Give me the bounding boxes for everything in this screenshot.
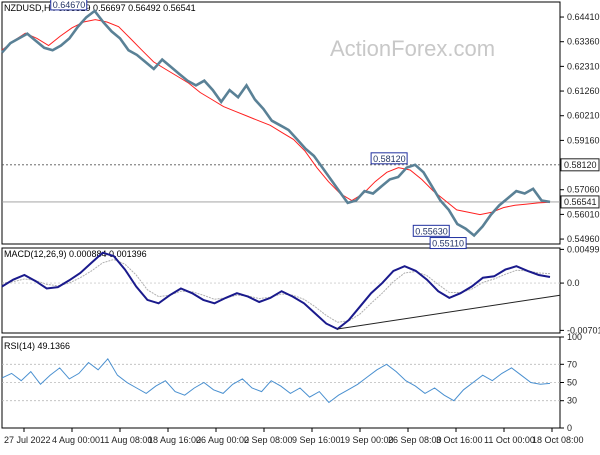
y-tick-label: 0.64410: [567, 12, 600, 22]
y-tick-label: 50: [567, 378, 577, 388]
price-title: NZDUSD,H4 0.56519 0.56697 0.56492 0.5654…: [4, 3, 196, 13]
y-tick-label: 0.62310: [567, 61, 600, 71]
y-tick-label: 0.59160: [567, 135, 600, 145]
level-value: 0.58120: [564, 160, 597, 170]
rsi-title: RSI(14) 49.1366: [4, 341, 70, 351]
y-tick-label: 0.004995: [567, 244, 600, 254]
macd-title: MACD(12,26,9) 0.000884 0.001396: [4, 249, 147, 259]
watermark: ActionForex.com: [330, 36, 495, 61]
current-price-value: 0.56541: [564, 197, 597, 207]
y-tick-label: 0.57060: [567, 185, 600, 195]
price-annotation: 0.58120: [373, 154, 406, 164]
y-tick-label: 0.63360: [567, 37, 600, 47]
y-tick-label: 30: [567, 396, 577, 406]
price-annotation: 0.64670: [53, 0, 86, 10]
panel-frame: [1, 336, 561, 429]
x-tick-label: 3 Oct 16:00: [436, 435, 483, 445]
y-tick-label: 100: [567, 332, 582, 342]
x-tick-label: 26 Aug 00:00: [196, 435, 249, 445]
price-annotation: 0.55110: [432, 239, 464, 249]
rsi-panel[interactable]: RSI(14) 49.1366 100 70 50 30 0: [1, 332, 582, 433]
x-tick-label: 19 Sep 00:00: [340, 435, 394, 445]
x-tick-label: 11 Aug 08:00: [100, 435, 152, 445]
y-tick-label: 0.0: [567, 278, 580, 288]
y-tick-label: 0.61260: [567, 86, 600, 96]
y-tick-label: 0.56010: [567, 209, 600, 219]
macd-line: [1, 251, 551, 331]
price-panel[interactable]: NZDUSD,H4 0.56519 0.56697 0.56492 0.5654…: [1, 0, 600, 250]
x-tick-label: 9 Sep 16:00: [292, 435, 341, 445]
macd-trendline: [337, 294, 561, 330]
y-tick-label: 0.54960: [567, 234, 600, 244]
chart-canvas: ActionForex.com NZDUSD,H4 0.56519 0.5669…: [1, 0, 600, 445]
x-tick-label: 27 Jul 2022: [4, 435, 51, 445]
x-tick-label: 2 Sep 08:00: [244, 435, 293, 445]
x-tick-label: 18 Aug 16:00: [148, 435, 201, 445]
x-tick-label: 11 Oct 00:00: [484, 435, 535, 445]
x-tick-label: 4 Aug 00:00: [52, 435, 100, 445]
macd-panel[interactable]: MACD(12,26,9) 0.000884 0.001396 0.004995…: [1, 244, 600, 335]
x-tick-label: 18 Oct 08:00: [532, 435, 584, 445]
price-annotation: 0.55630: [415, 226, 448, 236]
y-tick-label: 70: [567, 359, 577, 369]
x-tick-label: 26 Sep 08:00: [388, 435, 442, 445]
chart-window: ActionForex.com NZDUSD,H4 0.56519 0.5669…: [0, 0, 600, 450]
y-tick-label: 0: [567, 423, 572, 433]
rsi-line: [1, 357, 551, 404]
time-axis: 27 Jul 2022 4 Aug 00:00 11 Aug 08:0018 Aug…: [4, 428, 584, 445]
y-tick-label: 0.60210: [567, 111, 600, 121]
